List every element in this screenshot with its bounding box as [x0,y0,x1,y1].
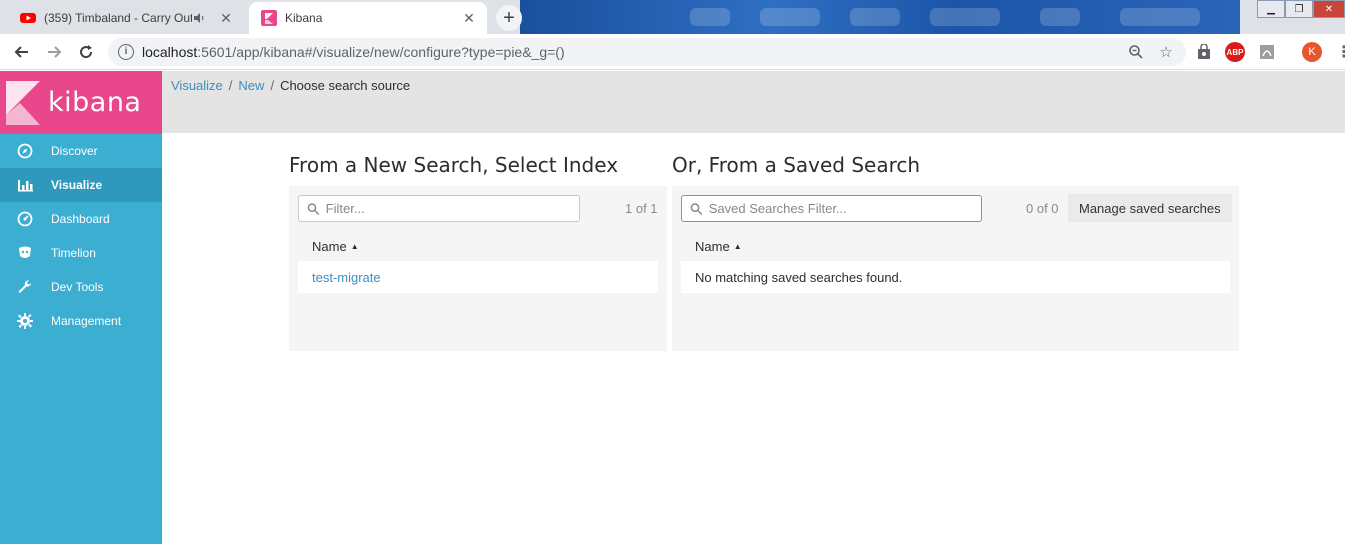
kibana-sidebar: kibana Discover Visualize Dashboard Time… [0,71,162,544]
sidebar-item-label: Dashboard [51,212,110,226]
index-row[interactable]: test-migrate [298,261,658,293]
sidebar-item-label: Management [51,314,122,328]
plus-icon: + [503,6,515,29]
bar-chart-icon [16,176,34,194]
close-icon[interactable]: ✕ [218,10,234,26]
forward-arrow-icon [48,46,62,58]
youtube-icon [20,13,36,23]
desktop-background [520,0,1240,34]
speaker-icon[interactable] [192,11,206,25]
kibana-favicon-icon [261,10,277,26]
breadcrumb-visualize-link[interactable]: Visualize [171,78,223,93]
sidebar-item-dev-tools[interactable]: Dev Tools [0,270,162,304]
back-arrow-icon [14,46,28,58]
dashboard-icon [16,210,34,228]
sidebar-item-label: Visualize [51,178,103,192]
new-tab-button[interactable]: + [496,5,522,31]
breadcrumb-current: Choose search source [280,78,411,93]
minimize-button[interactable]: ▁ [1257,0,1285,18]
index-pattern-link[interactable]: test-migrate [312,270,381,285]
reload-icon [80,45,93,59]
profile-avatar[interactable]: K [1302,42,1322,62]
breadcrumb-separator: / [270,78,275,93]
search-icon [690,202,703,215]
kibana-logo-text: kibana [48,87,142,118]
sidebar-item-label: Dev Tools [51,280,104,294]
close-icon[interactable]: ✕ [461,10,477,26]
tab-title: (359) Timbaland - Carry Out [44,11,192,25]
window-close-button[interactable]: ✕ [1313,0,1345,18]
index-section-title: From a New Search, Select Index [289,153,619,177]
adblock-icon[interactable]: ABP [1225,42,1245,62]
saved-search-empty-row: No matching saved searches found. [681,261,1230,293]
sidebar-item-dashboard[interactable]: Dashboard [0,202,162,236]
sidebar-item-label: Timelion [51,246,96,260]
star-icon[interactable]: ☆ [1156,42,1176,62]
sidebar-item-management[interactable]: Management [0,304,162,338]
tab-youtube[interactable]: (359) Timbaland - Carry Out ✕ [8,2,244,34]
browser-toolbar: i localhost:5601/app/kibana#/visualize/n… [0,34,1345,70]
reload-button[interactable] [74,40,98,64]
manage-saved-searches-button[interactable]: Manage saved searches [1068,194,1232,222]
zoom-icon[interactable] [1126,42,1146,62]
sidebar-item-discover[interactable]: Discover [0,134,162,168]
compass-icon [16,142,34,160]
sidebar-item-visualize[interactable]: Visualize [0,168,162,202]
index-panel: 1 of 1 Name▲ test-migrate [289,186,667,351]
kibana-logo-icon [6,80,40,125]
breadcrumb-new-link[interactable]: New [238,78,264,93]
gear-icon [16,312,34,330]
pdf-extension-icon[interactable] [1257,42,1277,62]
tab-title: Kibana [285,11,323,25]
kibana-top-bar: Visualize / New / Choose search source [162,71,1345,133]
sort-ascending-icon: ▲ [733,242,742,251]
breadcrumb: Visualize / New / Choose search source [171,78,410,93]
info-icon[interactable]: i [118,44,134,60]
index-name-column-header[interactable]: Name ▲ [312,239,359,254]
tab-kibana[interactable]: Kibana ✕ [249,2,487,34]
index-count: 1 of 1 [625,201,658,216]
saved-search-name-column-header[interactable]: Name ▲ [695,239,742,254]
saved-search-filter-box[interactable] [681,195,982,222]
index-filter-input[interactable] [325,201,579,216]
empty-message: No matching saved searches found. [695,269,903,285]
url-text[interactable]: localhost:5601/app/kibana#/visualize/new… [142,44,1126,60]
saved-search-filter-input[interactable] [708,201,981,216]
address-bar[interactable]: i localhost:5601/app/kibana#/visualize/n… [108,38,1186,66]
menu-dots-icon[interactable]: ⋮ [1334,42,1345,62]
restore-button[interactable]: ❐ [1285,0,1313,18]
saved-search-section-title: Or, From a Saved Search [672,153,921,177]
breadcrumb-separator: / [228,78,233,93]
wrench-icon [16,278,34,296]
browser-tab-strip: (359) Timbaland - Carry Out ✕ Kibana ✕ +… [0,0,1345,34]
saved-search-count: 0 of 0 [1026,201,1059,216]
sidebar-item-label: Discover [51,144,98,158]
extension-bag-icon[interactable] [1194,42,1214,62]
sidebar-item-timelion[interactable]: Timelion [0,236,162,270]
saved-search-panel: 0 of 0 Manage saved searches Name▲ No ma… [672,186,1239,351]
index-filter-box[interactable] [298,195,580,222]
timelion-icon [16,244,34,262]
window-controls: ▁ ❐ ✕ [1257,0,1345,20]
search-icon [307,202,320,215]
back-button[interactable] [10,40,34,64]
kibana-logo[interactable]: kibana [0,71,162,134]
sort-ascending-icon: ▲ [350,242,359,251]
forward-button[interactable] [42,40,66,64]
